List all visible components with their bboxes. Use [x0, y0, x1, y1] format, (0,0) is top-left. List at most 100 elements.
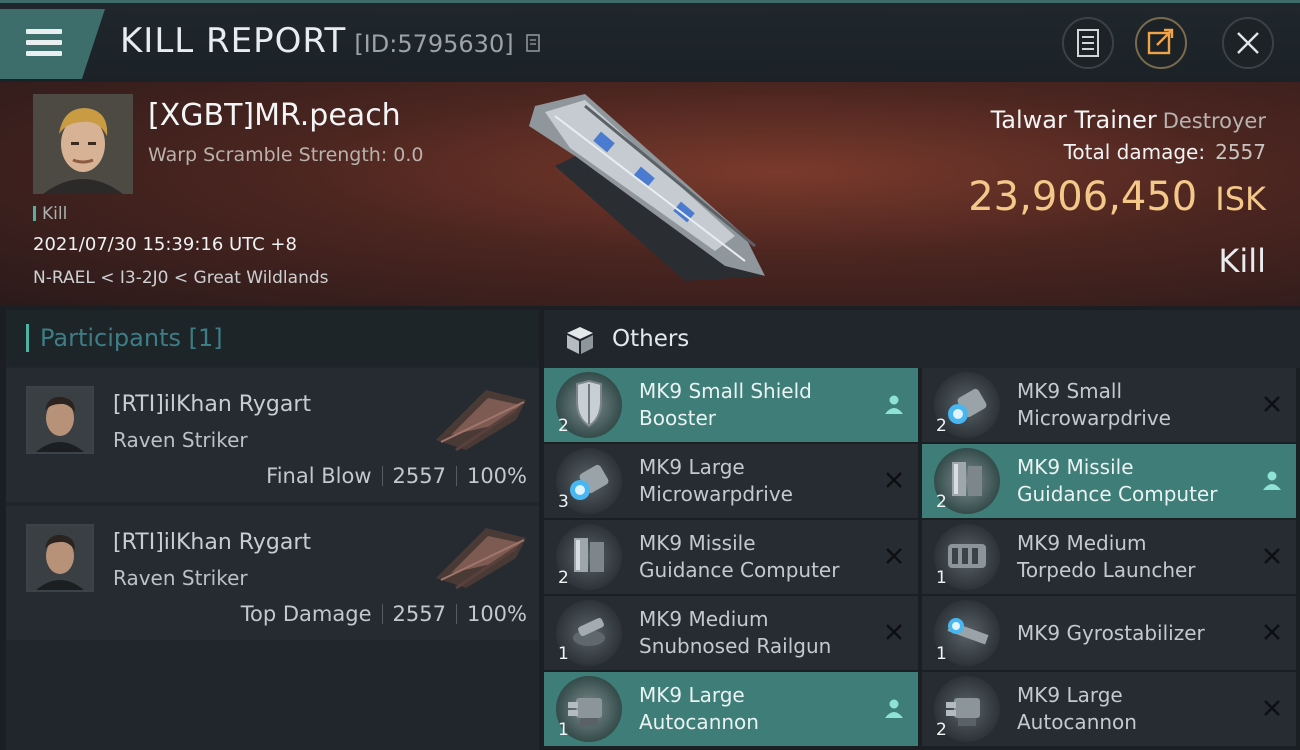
- victim-ship-class: Destroyer: [1162, 109, 1266, 133]
- participant-blow-label: Final Blow: [266, 464, 372, 488]
- isk-value: 23,906,450 ISK: [968, 174, 1266, 220]
- equipment-item[interactable]: 1 MK9 Gyrostabilizer: [922, 596, 1296, 670]
- menu-icon-bar: [26, 51, 62, 56]
- participant-row[interactable]: [RTI]ilKhan Rygart Raven Striker Top Dam…: [6, 506, 539, 640]
- destroyed-x-icon[interactable]: [1260, 544, 1284, 568]
- victim-avatar: [33, 94, 133, 194]
- participant-avatar-image: [28, 526, 92, 590]
- participant-damage: 2557: [392, 602, 446, 626]
- item-quantity: 2: [936, 492, 947, 512]
- victim-ship-name: Talwar Trainer: [990, 106, 1157, 134]
- item-name-line2: Autocannon: [639, 710, 759, 734]
- destroyed-x-icon[interactable]: [1260, 392, 1284, 416]
- isk-unit: ISK: [1215, 180, 1266, 218]
- total-damage: Total damage: 2557: [1064, 140, 1266, 164]
- header-marker: [26, 324, 29, 352]
- share-icon: [1147, 28, 1174, 55]
- separator: [381, 466, 383, 486]
- item-name-line1: MK9 Small: [1017, 379, 1122, 403]
- kill-result: Kill: [1218, 242, 1266, 280]
- victim-name: [XGBT]MR.peach: [148, 98, 401, 133]
- item-name-line2: Microwarpdrive: [639, 482, 793, 506]
- item-name-line1: MK9 Small Shield: [639, 379, 812, 403]
- participant-row[interactable]: [RTI]ilKhan Rygart Raven Striker Final B…: [6, 368, 539, 502]
- equipment-item[interactable]: 3 MK9 Large Microwarpdrive: [544, 444, 918, 518]
- kill-tag-label: Kill: [42, 204, 68, 224]
- item-name-line2: Guidance Computer: [1017, 482, 1218, 506]
- equipment-item[interactable]: 2 MK9 Small Shield Booster: [544, 368, 918, 442]
- participant-percent: 100%: [466, 464, 527, 488]
- separator: [381, 604, 383, 624]
- destroyed-x-icon[interactable]: [1260, 620, 1284, 644]
- warp-scramble-strength: Warp Scramble Strength: 0.0: [148, 144, 424, 166]
- item-name-line1: MK9 Large: [639, 455, 745, 479]
- destroyed-x-icon[interactable]: [882, 620, 906, 644]
- report-button[interactable]: [1062, 17, 1114, 69]
- item-name-line2: Autocannon: [1017, 710, 1137, 734]
- item-quantity: 2: [558, 416, 569, 436]
- participant-avatar[interactable]: [26, 386, 94, 454]
- item-name-line2: Snubnosed Railgun: [639, 634, 832, 658]
- participant-avatar-image: [28, 388, 92, 452]
- tag-marker: [33, 206, 36, 221]
- item-quantity: 1: [936, 644, 947, 664]
- victim-panel: [XGBT]MR.peach Warp Scramble Strength: 0…: [0, 82, 1300, 306]
- participant-blow-label: Top Damage: [240, 602, 372, 626]
- person-icon[interactable]: [882, 392, 906, 416]
- victim-ship: Talwar Trainer Destroyer: [991, 106, 1266, 134]
- participant-avatar[interactable]: [26, 524, 94, 592]
- item-name-line1: MK9 Gyrostabilizer: [1017, 621, 1205, 645]
- participant-percent: 100%: [466, 602, 527, 626]
- copy-icon[interactable]: [525, 33, 543, 53]
- participants-panel: Participants [1] [RTI]ilKhan Rygart Rave…: [6, 310, 539, 750]
- item-quantity: 2: [936, 416, 947, 436]
- participant-name: [RTI]ilKhan Rygart: [113, 530, 312, 555]
- item-name: MK9 Gyrostabilizer: [1017, 620, 1247, 647]
- total-damage-label: Total damage:: [1063, 140, 1206, 164]
- item-name: MK9 Missile Guidance Computer: [1017, 454, 1247, 508]
- equipment-item[interactable]: 2 MK9 Large Autocannon: [922, 672, 1296, 746]
- item-name-line1: MK9 Large: [1017, 683, 1123, 707]
- kill-location[interactable]: N-RAEL < I3-2J0 < Great Wildlands: [33, 268, 329, 288]
- close-icon: [1237, 32, 1259, 54]
- destroyed-x-icon[interactable]: [1260, 696, 1284, 720]
- equipment-item[interactable]: 2 MK9 Missile Guidance Computer: [922, 444, 1296, 518]
- menu-button[interactable]: [0, 9, 105, 79]
- participant-ship: Raven Striker: [113, 428, 248, 452]
- destroyed-x-icon[interactable]: [882, 544, 906, 568]
- others-header: Others: [544, 310, 1300, 368]
- equipment-item[interactable]: 1 MK9 Medium Snubnosed Railgun: [544, 596, 918, 670]
- victim-portrait[interactable]: [33, 94, 133, 194]
- equipment-item[interactable]: 1 MK9 Large Autocannon: [544, 672, 918, 746]
- item-quantity: 2: [936, 720, 947, 740]
- others-title: Others: [612, 326, 690, 352]
- isk-amount: 23,906,450: [968, 174, 1198, 220]
- separator: [455, 466, 457, 486]
- item-quantity: 2: [558, 568, 569, 588]
- participant-ship: Raven Striker: [113, 566, 248, 590]
- share-button[interactable]: [1135, 17, 1187, 69]
- participant-ship-image: [436, 390, 526, 452]
- equipment-item[interactable]: 2 MK9 Missile Guidance Computer: [544, 520, 918, 594]
- total-damage-value: 2557: [1215, 140, 1266, 164]
- item-name: MK9 Small Microwarpdrive: [1017, 378, 1247, 432]
- menu-icon-bar: [26, 40, 62, 45]
- item-name-line1: MK9 Medium: [1017, 531, 1147, 555]
- item-quantity: 1: [558, 644, 569, 664]
- equipment-item[interactable]: 2 MK9 Small Microwarpdrive: [922, 368, 1296, 442]
- equipment-item[interactable]: 1 MK9 Medium Torpedo Launcher: [922, 520, 1296, 594]
- item-quantity: 1: [558, 720, 569, 740]
- person-icon[interactable]: [882, 696, 906, 720]
- close-button[interactable]: [1222, 17, 1274, 69]
- item-name-line1: MK9 Large: [639, 683, 745, 707]
- item-name: MK9 Large Autocannon: [1017, 682, 1247, 736]
- page-title: KILL REPORT [ID:5795630]: [120, 21, 543, 61]
- item-name: MK9 Large Microwarpdrive: [639, 454, 869, 508]
- item-name: MK9 Medium Torpedo Launcher: [1017, 530, 1247, 584]
- item-name-line2: Guidance Computer: [639, 558, 840, 582]
- destroyed-x-icon[interactable]: [882, 468, 906, 492]
- person-icon[interactable]: [1260, 468, 1284, 492]
- kill-datetime: 2021/07/30 15:39:16 UTC +8: [33, 234, 297, 255]
- item-name-line1: MK9 Medium: [639, 607, 769, 631]
- clipboard-icon: [1077, 29, 1099, 57]
